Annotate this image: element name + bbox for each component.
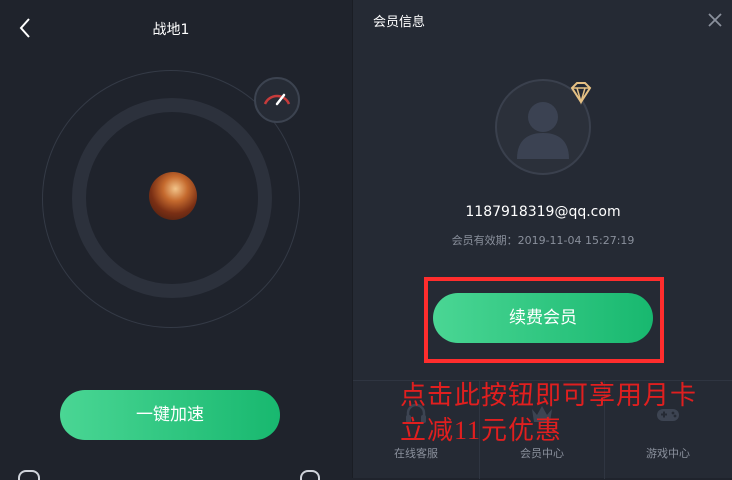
membership-expiry: 会员有效期：2019-11-04 15:27:19 [451, 234, 635, 247]
annotation-line-1: 点击此按钮即可享用月卡 [400, 381, 698, 410]
close-icon[interactable] [705, 10, 725, 30]
annotation-line-2: 立减11元优惠 [400, 416, 563, 445]
diamond-badge-icon [570, 82, 592, 105]
one-click-boost-button[interactable]: 一键加速 [60, 390, 280, 440]
user-email: 1187918319@qq.com [465, 204, 621, 220]
speedometer-icon[interactable] [253, 76, 301, 124]
promo-annotation: 点击此按钮即可享用月卡 立减11元优惠 [400, 378, 730, 448]
partial-icon-right [300, 470, 320, 480]
panel-title: 会员信息 [373, 15, 426, 30]
game-avatar-icon [149, 172, 197, 220]
partial-icon-left [18, 470, 40, 480]
game-title: 战地1 [152, 22, 190, 38]
highlight-frame [424, 277, 664, 363]
accelerator-panel: 战地1 一键加速 [0, 0, 352, 480]
